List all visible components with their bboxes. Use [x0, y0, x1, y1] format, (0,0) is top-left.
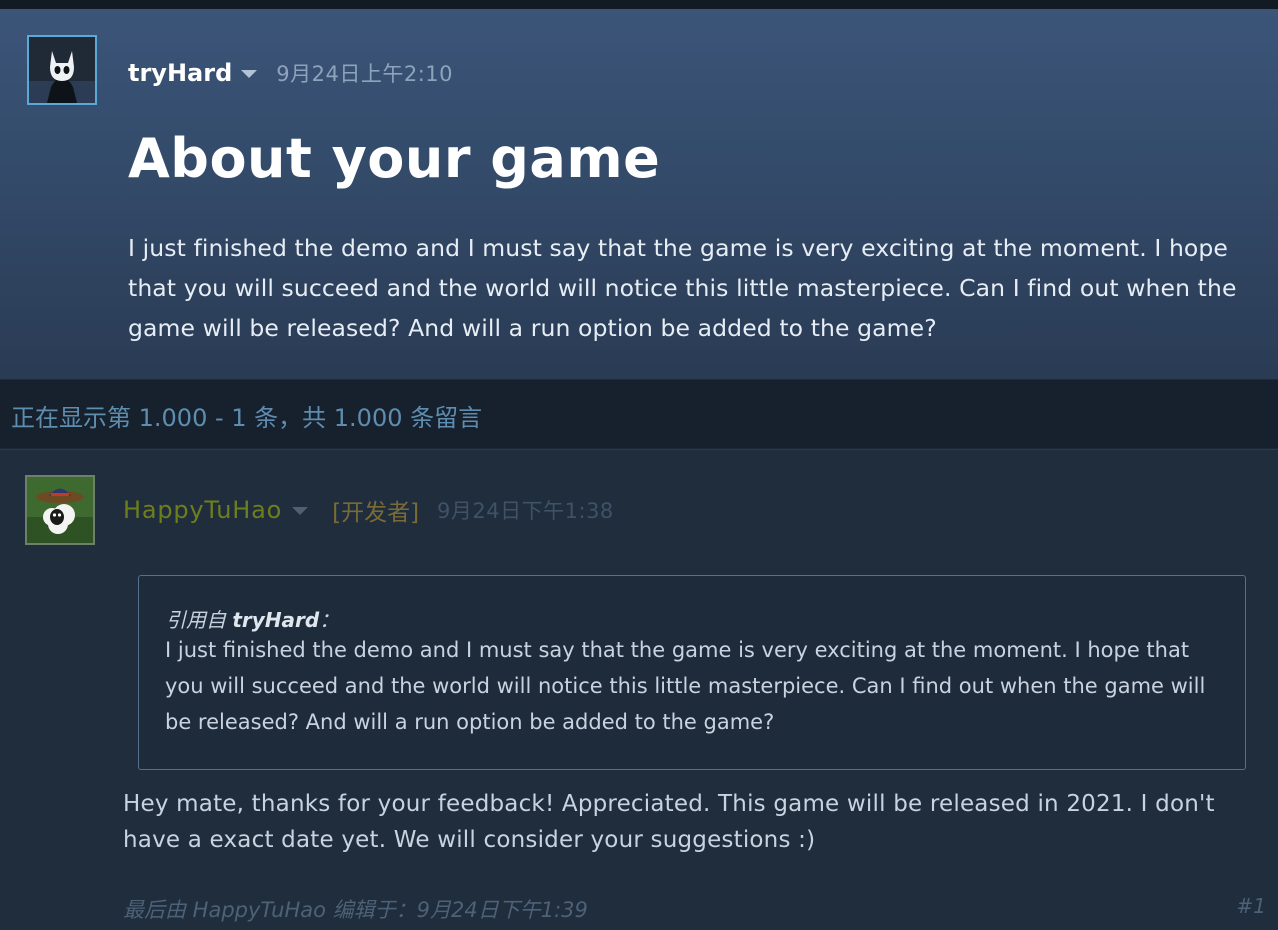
comment-count-bar: 正在显示第 1.000 - 1 条，共 1.000 条留言 [0, 380, 1278, 448]
quote-prefix: 引用自 [166, 608, 233, 632]
post-title: About your game [128, 127, 661, 190]
reply-author-line: HappyTuHao [开发者] 9月24日下午1:38 [123, 493, 614, 527]
top-bar [0, 0, 1278, 9]
quote-author[interactable]: tryHard [232, 608, 319, 632]
sheep-with-sombrero-avatar-icon [27, 477, 93, 543]
post-body: I just finished the demo and I must say … [128, 234, 1237, 342]
edited-note: 最后由 HappyTuHao 编辑于：9月24日下午1:39 [123, 898, 588, 922]
reply-timestamp: 9月24日下午1:38 [437, 499, 614, 523]
op-avatar[interactable] [27, 35, 97, 105]
comment-count: 正在显示第 1.000 - 1 条，共 1.000 条留言 [11, 404, 483, 432]
quote-block: 引用自 tryHard： I just finished the demo an… [138, 575, 1246, 770]
reply-post: HappyTuHao [开发者] 9月24日下午1:38 引用自 tryHard… [0, 449, 1278, 930]
original-post: tryHard 9月24日上午2:10 About your game I ju… [0, 9, 1278, 380]
op-timestamp: 9月24日上午2:10 [276, 62, 453, 86]
op-author-line: tryHard 9月24日上午2:10 [128, 55, 453, 91]
reply-body: Hey mate, thanks for your feedback! Appr… [123, 791, 1215, 853]
reply-avatar[interactable] [25, 475, 95, 545]
chevron-down-icon[interactable] [292, 507, 309, 515]
reply-author-name[interactable]: HappyTuHao [123, 496, 282, 524]
discussion-page: tryHard 9月24日上午2:10 About your game I ju… [0, 0, 1278, 930]
op-author-name[interactable]: tryHard [128, 59, 232, 87]
developer-badge: [开发者] [332, 500, 420, 526]
chevron-down-icon[interactable] [241, 70, 258, 78]
quote-header: 引用自 tryHard： [166, 604, 339, 633]
quote-body: I just finished the demo and I must say … [165, 638, 1206, 734]
quote-suffix: ： [319, 608, 340, 632]
hollow-knight-avatar-icon [29, 37, 95, 103]
post-number[interactable]: #1 [1237, 894, 1266, 918]
